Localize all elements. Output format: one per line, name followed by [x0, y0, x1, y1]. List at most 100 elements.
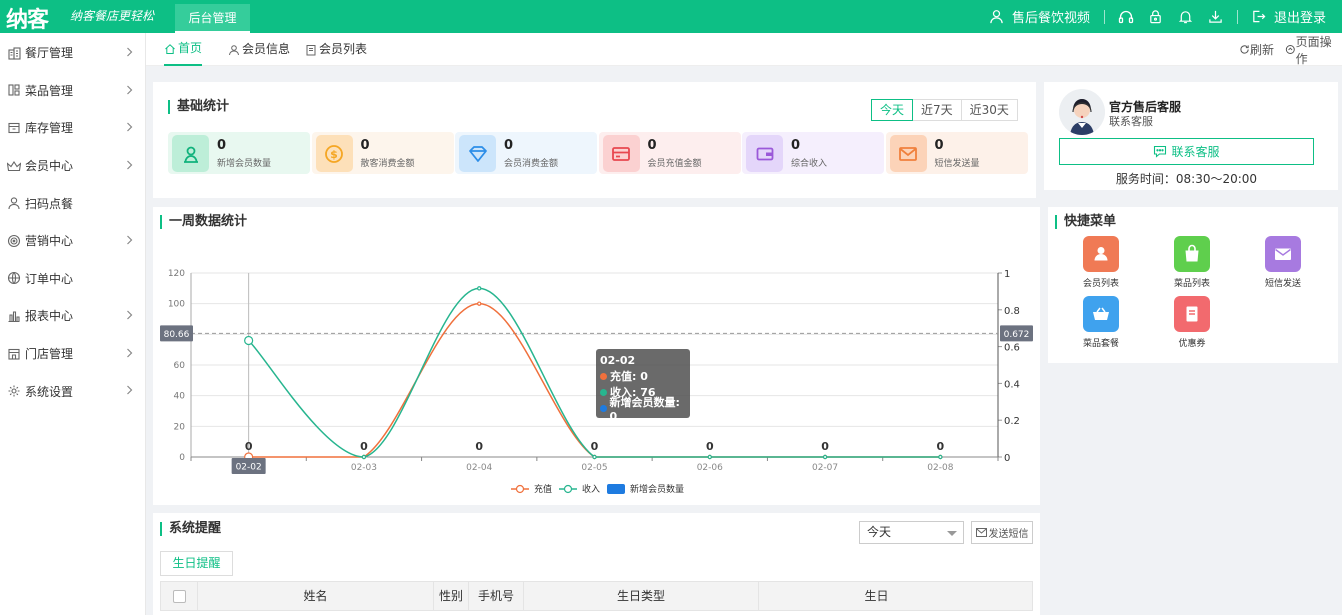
contact-service-button[interactable]: 联系客服: [1059, 138, 1314, 165]
quick-menu-item[interactable]: 菜品套餐: [1066, 296, 1136, 349]
tab-home-label: 首页: [178, 41, 203, 55]
col-gender[interactable]: 性别: [434, 582, 469, 610]
period-30days[interactable]: 近30天: [960, 99, 1018, 121]
page-ops-label: 页面操作: [1295, 34, 1332, 66]
mail-icon: [975, 528, 987, 537]
svg-text:$: $: [330, 148, 338, 161]
x-tick-label: 02-04: [466, 463, 492, 473]
wallet-icon: [756, 147, 773, 160]
quick-menu-icon-box: [1083, 236, 1119, 272]
headset-icon[interactable]: [1118, 9, 1134, 25]
bell-icon[interactable]: [1178, 9, 1194, 25]
send-sms-button[interactable]: 发送短信: [971, 521, 1033, 544]
y-tick-right: 0.8: [1004, 306, 1020, 317]
reminder-date-select[interactable]: 今天: [859, 521, 964, 544]
tab-member-list[interactable]: 会员列表: [305, 33, 367, 66]
quick-menu-item[interactable]: 菜品列表: [1157, 236, 1227, 289]
page-tabs: 首页 会员信息 会员列表 刷新 页面操作: [146, 33, 1342, 66]
y-tick-left: 0: [179, 453, 185, 463]
col-birthday[interactable]: 生日: [759, 582, 994, 610]
download-icon[interactable]: [1208, 9, 1224, 25]
tab-birthday-reminder[interactable]: 生日提醒: [160, 551, 233, 576]
logout-link[interactable]: 退出登录: [1274, 7, 1326, 26]
select-all-checkbox[interactable]: [172, 590, 186, 603]
series-point: [244, 335, 254, 346]
quick-menu-title: 快捷菜单: [1055, 215, 1116, 229]
refresh-button[interactable]: 刷新: [1239, 33, 1274, 66]
contact-service-label: 联系客服: [1171, 145, 1220, 159]
chevron-right-icon: [127, 235, 133, 245]
y-tick-right: 1: [1004, 269, 1010, 280]
legend-label: 充值: [534, 483, 552, 495]
quick-menu-item[interactable]: 会员列表: [1066, 236, 1136, 289]
globe-icon: [7, 272, 21, 285]
stat-value: 0: [504, 138, 514, 153]
stat-value: 0: [360, 138, 370, 153]
sidebar-item[interactable]: 会员中心: [0, 147, 145, 185]
store-icon: [8, 348, 20, 360]
quick-menu-item[interactable]: 优惠券: [1157, 296, 1227, 349]
sidebar-item[interactable]: 订单中心: [0, 260, 145, 298]
legend-swatch: [607, 484, 625, 494]
diamond-icon: [468, 145, 487, 162]
stat-tile: 0 会员消费金额: [455, 132, 597, 174]
dish-layout-icon: [8, 84, 20, 96]
sidebar: 餐厅管理菜品管理库存管理 会员中心 扫码点餐 营销中心 订单中心 报表中心 门店管理 系统设置: [0, 33, 146, 615]
sidebar-item[interactable]: 系统设置: [0, 372, 145, 410]
chevron-right-icon: [127, 85, 133, 95]
quick-menu-item[interactable]: 短信发送: [1248, 236, 1318, 289]
sidebar-item[interactable]: 库存管理: [0, 109, 145, 147]
tab-member-list-label: 会员列表: [319, 42, 368, 56]
stat-value: 0: [647, 138, 657, 153]
refresh-label: 刷新: [1250, 43, 1275, 57]
logout-icon[interactable]: [1251, 9, 1267, 25]
sidebar-item[interactable]: 扫码点餐: [0, 184, 145, 222]
quick-menu-icon-box: [1265, 236, 1301, 272]
y-tick-left: 40: [174, 392, 186, 402]
sidebar-item[interactable]: 报表中心: [0, 297, 145, 335]
bar-value-label: 0: [706, 440, 714, 453]
doc-icon: [306, 44, 316, 55]
series-dot: [600, 388, 607, 396]
reminder-date-value: 今天: [867, 525, 892, 539]
page-ops-button[interactable]: 页面操作: [1285, 33, 1342, 66]
card-icon: [612, 146, 630, 161]
marker-right: 0.672: [1004, 330, 1030, 340]
inventory-box-icon: [8, 122, 20, 134]
x-tick-label: 02-05: [581, 463, 607, 473]
tab-admin[interactable]: 后台管理: [175, 4, 250, 33]
sidebar-item[interactable]: 营销中心: [0, 222, 145, 260]
col-phone[interactable]: 手机号: [469, 582, 524, 610]
y-tick-left: 20: [174, 422, 186, 432]
bar-value-label: 0: [475, 440, 483, 453]
stat-tile: $0 散客消费金额: [311, 132, 454, 174]
x-tick-label: 02-07: [812, 463, 838, 473]
stat-tile: 0 综合收入: [742, 132, 884, 174]
tooltip-row: 新增会员数量: 0: [600, 396, 686, 423]
tab-member-info-label: 会员信息: [242, 42, 291, 56]
caret-down-icon: [947, 531, 957, 536]
sidebar-item[interactable]: 门店管理: [0, 335, 145, 373]
marker-x: 02-02: [236, 463, 262, 473]
gear-icon: [8, 385, 20, 397]
period-today[interactable]: 今天: [871, 99, 914, 121]
col-birthday-type[interactable]: 生日类型: [524, 582, 759, 610]
bar-value-label: 0: [360, 440, 368, 453]
sidebar-item[interactable]: 餐厅管理: [0, 34, 145, 72]
stat-label: 综合收入: [791, 159, 828, 169]
after-sales-video-link[interactable]: 售后餐饮视频: [1012, 7, 1090, 26]
select-all-cell: [161, 582, 198, 610]
ops-icon: [1285, 45, 1295, 54]
series-point: [361, 454, 367, 460]
mail-icon: [899, 146, 917, 161]
period-7days[interactable]: 近7天: [912, 99, 962, 121]
tab-home[interactable]: 首页: [164, 33, 202, 66]
user-icon: [229, 44, 239, 55]
sidebar-item[interactable]: 菜品管理: [0, 72, 145, 110]
lock-icon[interactable]: [1148, 9, 1164, 25]
stat-value: 0: [934, 138, 944, 153]
chevron-right-icon: [127, 122, 133, 132]
col-name[interactable]: 姓名: [198, 582, 434, 610]
sidebar-item-label: 菜品管理: [25, 83, 74, 98]
tab-member-info[interactable]: 会员信息: [228, 33, 290, 66]
